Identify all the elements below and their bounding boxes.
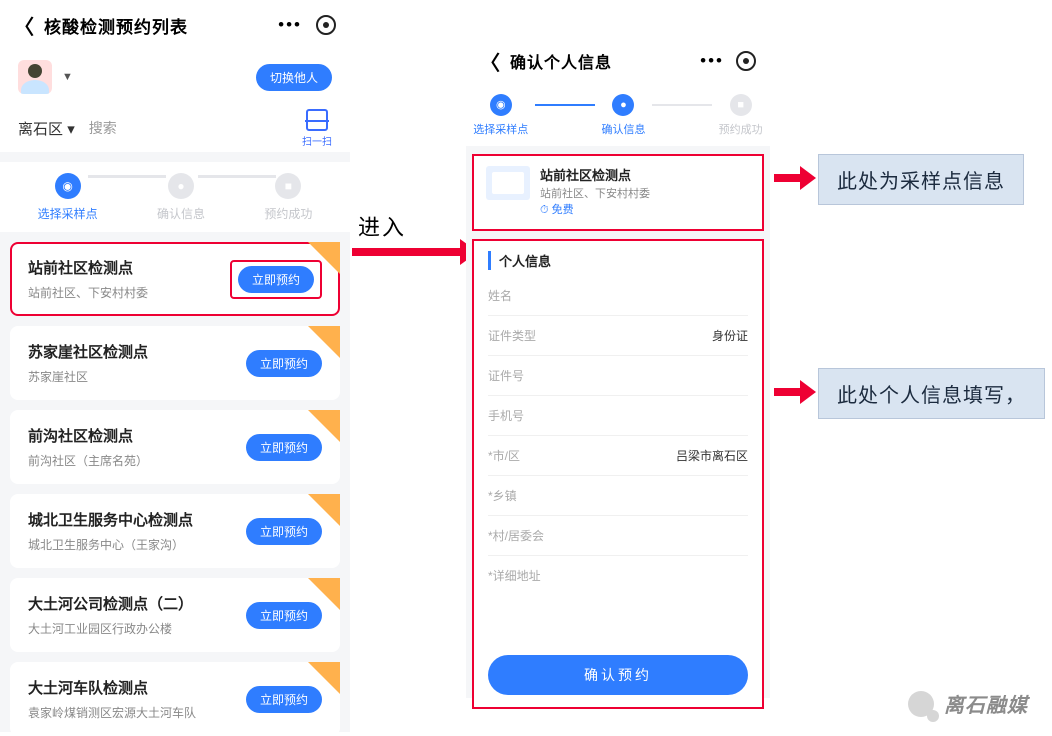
scan-button[interactable]: 扫一扫 — [302, 109, 332, 148]
submit-button[interactable]: 确认预约 — [488, 655, 748, 695]
site-card[interactable]: 站前社区检测点 站前社区、下安村村委 立即预约 — [10, 242, 340, 316]
site-sub: 苏家崖社区 — [28, 368, 246, 385]
target-icon[interactable] — [316, 15, 336, 35]
step-line — [652, 104, 712, 106]
village-field[interactable]: *村/居委会 — [488, 516, 748, 556]
form-title: 个人信息 — [488, 251, 748, 270]
annotation-personal: 此处个人信息填写， — [818, 368, 1045, 419]
idno-field[interactable]: 证件号 — [488, 356, 748, 396]
town-field[interactable]: *乡镇 — [488, 476, 748, 516]
site-card[interactable]: 前沟社区检测点 前沟社区（主席名苑） 立即预约 — [10, 410, 340, 484]
person-icon: ● — [168, 173, 194, 199]
enter-label: 进入 — [358, 210, 406, 242]
arrow-icon — [774, 174, 802, 182]
step-line — [88, 175, 166, 178]
step-line — [535, 104, 595, 106]
reserve-button[interactable]: 立即预约 — [238, 266, 314, 293]
site-name: 大土河车队检测点 — [28, 677, 246, 698]
step-2: ● 确认信息 — [157, 173, 205, 222]
step-1: ◉ 选择采样点 — [38, 173, 98, 222]
person-icon: ● — [612, 94, 634, 116]
site-name: 大土河公司检测点（二） — [28, 593, 246, 614]
corner-badge-icon — [308, 326, 340, 358]
addr-field[interactable]: *详细地址 — [488, 556, 748, 595]
watermark: 离石融媒 — [908, 689, 1028, 718]
more-icon[interactable]: ••• — [278, 15, 302, 35]
area-select[interactable]: 离石区 ▾ — [18, 118, 75, 139]
left-header: 〈 核酸检测预约列表 ••• — [0, 0, 350, 50]
site-card[interactable]: 大土河车队检测点 袁家岭煤销测区宏源大土河车队 立即预约 — [10, 662, 340, 736]
idtype-field[interactable]: 证件类型 身份证 — [488, 316, 748, 356]
avatar[interactable] — [18, 60, 52, 94]
site-name: 前沟社区检测点 — [28, 425, 246, 446]
target-icon[interactable] — [736, 51, 756, 71]
avatar-row: ▼ 切换他人 — [0, 50, 350, 104]
arrow-icon — [774, 388, 802, 396]
center-steps: ◉ 选择采样点 ● 确认信息 ■ 预约成功 — [466, 84, 770, 146]
wechat-icon — [908, 691, 934, 717]
city-field[interactable]: *市/区 吕梁市离石区 — [488, 436, 748, 476]
sample-addr: 站前社区、下安村村委 — [540, 186, 650, 203]
site-sub: 城北卫生服务中心（王家沟） — [28, 536, 246, 553]
phone-center: 〈 确认个人信息 ••• ◉ 选择采样点 ● 确认信息 ■ 预约成功 站前社区检… — [466, 38, 770, 698]
site-card[interactable]: 大土河公司检测点（二） 大土河工业园区行政办公楼 立即预约 — [10, 578, 340, 652]
corner-badge-icon — [308, 578, 340, 610]
scan-icon — [306, 109, 328, 131]
site-sub: 前沟社区（主席名苑） — [28, 452, 246, 469]
site-card[interactable]: 城北卫生服务中心检测点 城北卫生服务中心（王家沟） 立即预约 — [10, 494, 340, 568]
success-icon: ■ — [730, 94, 752, 116]
phone-field[interactable]: 手机号 — [488, 396, 748, 436]
step-3: ■ 预约成功 — [719, 94, 763, 137]
personal-info-form: 个人信息 姓名 证件类型 身份证 证件号 手机号 *市/区 吕梁市离石区 *乡镇… — [472, 239, 764, 709]
filter-bar: 离石区 ▾ 搜索 扫一扫 — [0, 104, 350, 152]
step-line — [198, 175, 276, 178]
site-sub: 大土河工业园区行政办公楼 — [28, 620, 246, 637]
chevron-down-icon: ▾ — [67, 121, 75, 138]
phone-left: 〈 核酸检测预约列表 ••• ▼ 切换他人 离石区 ▾ 搜索 扫一扫 ◉ 选择采… — [0, 0, 350, 732]
left-title: 核酸检测预约列表 — [44, 13, 188, 38]
site-sub: 袁家岭煤销测区宏源大土河车队 — [28, 704, 246, 721]
free-label: 免费 — [552, 204, 574, 216]
sample-name: 站前社区检测点 — [540, 166, 650, 186]
name-field[interactable]: 姓名 — [488, 276, 748, 316]
sample-info-box: 站前社区检测点 站前社区、下安村村委 ⏱ 免费 — [472, 154, 764, 231]
site-name: 站前社区检测点 — [28, 257, 230, 278]
corner-badge-icon — [308, 410, 340, 442]
search-input[interactable]: 搜索 — [89, 118, 117, 138]
success-icon: ■ — [275, 173, 301, 199]
site-card[interactable]: 苏家崖社区检测点 苏家崖社区 立即预约 — [10, 326, 340, 400]
arrow-icon — [352, 248, 462, 256]
avatar-dropdown-icon[interactable]: ▼ — [62, 71, 73, 83]
annotation-sample: 此处为采样点信息 — [818, 154, 1024, 205]
site-name: 城北卫生服务中心检测点 — [28, 509, 246, 530]
switch-user-button[interactable]: 切换他人 — [256, 64, 332, 91]
back-icon[interactable]: 〈 — [14, 11, 34, 40]
back-icon[interactable]: 〈 — [480, 47, 500, 76]
center-title: 确认个人信息 — [510, 49, 612, 73]
location-icon: ◉ — [55, 173, 81, 199]
steps-row: ◉ 选择采样点 ● 确认信息 ■ 预约成功 — [0, 162, 350, 232]
location-icon: ◉ — [490, 94, 512, 116]
clock-icon: ⏱ — [540, 204, 549, 216]
step-3: ■ 预约成功 — [264, 173, 312, 222]
site-name: 苏家崖社区检测点 — [28, 341, 246, 362]
corner-badge-icon — [308, 242, 340, 274]
sample-thumbnail — [486, 166, 530, 200]
step-2: ● 确认信息 — [601, 94, 645, 137]
corner-badge-icon — [308, 662, 340, 694]
step-1: ◉ 选择采样点 — [473, 94, 528, 137]
center-header: 〈 确认个人信息 ••• — [466, 38, 770, 84]
corner-badge-icon — [308, 494, 340, 526]
site-sub: 站前社区、下安村村委 — [28, 284, 230, 301]
more-icon[interactable]: ••• — [700, 51, 724, 71]
